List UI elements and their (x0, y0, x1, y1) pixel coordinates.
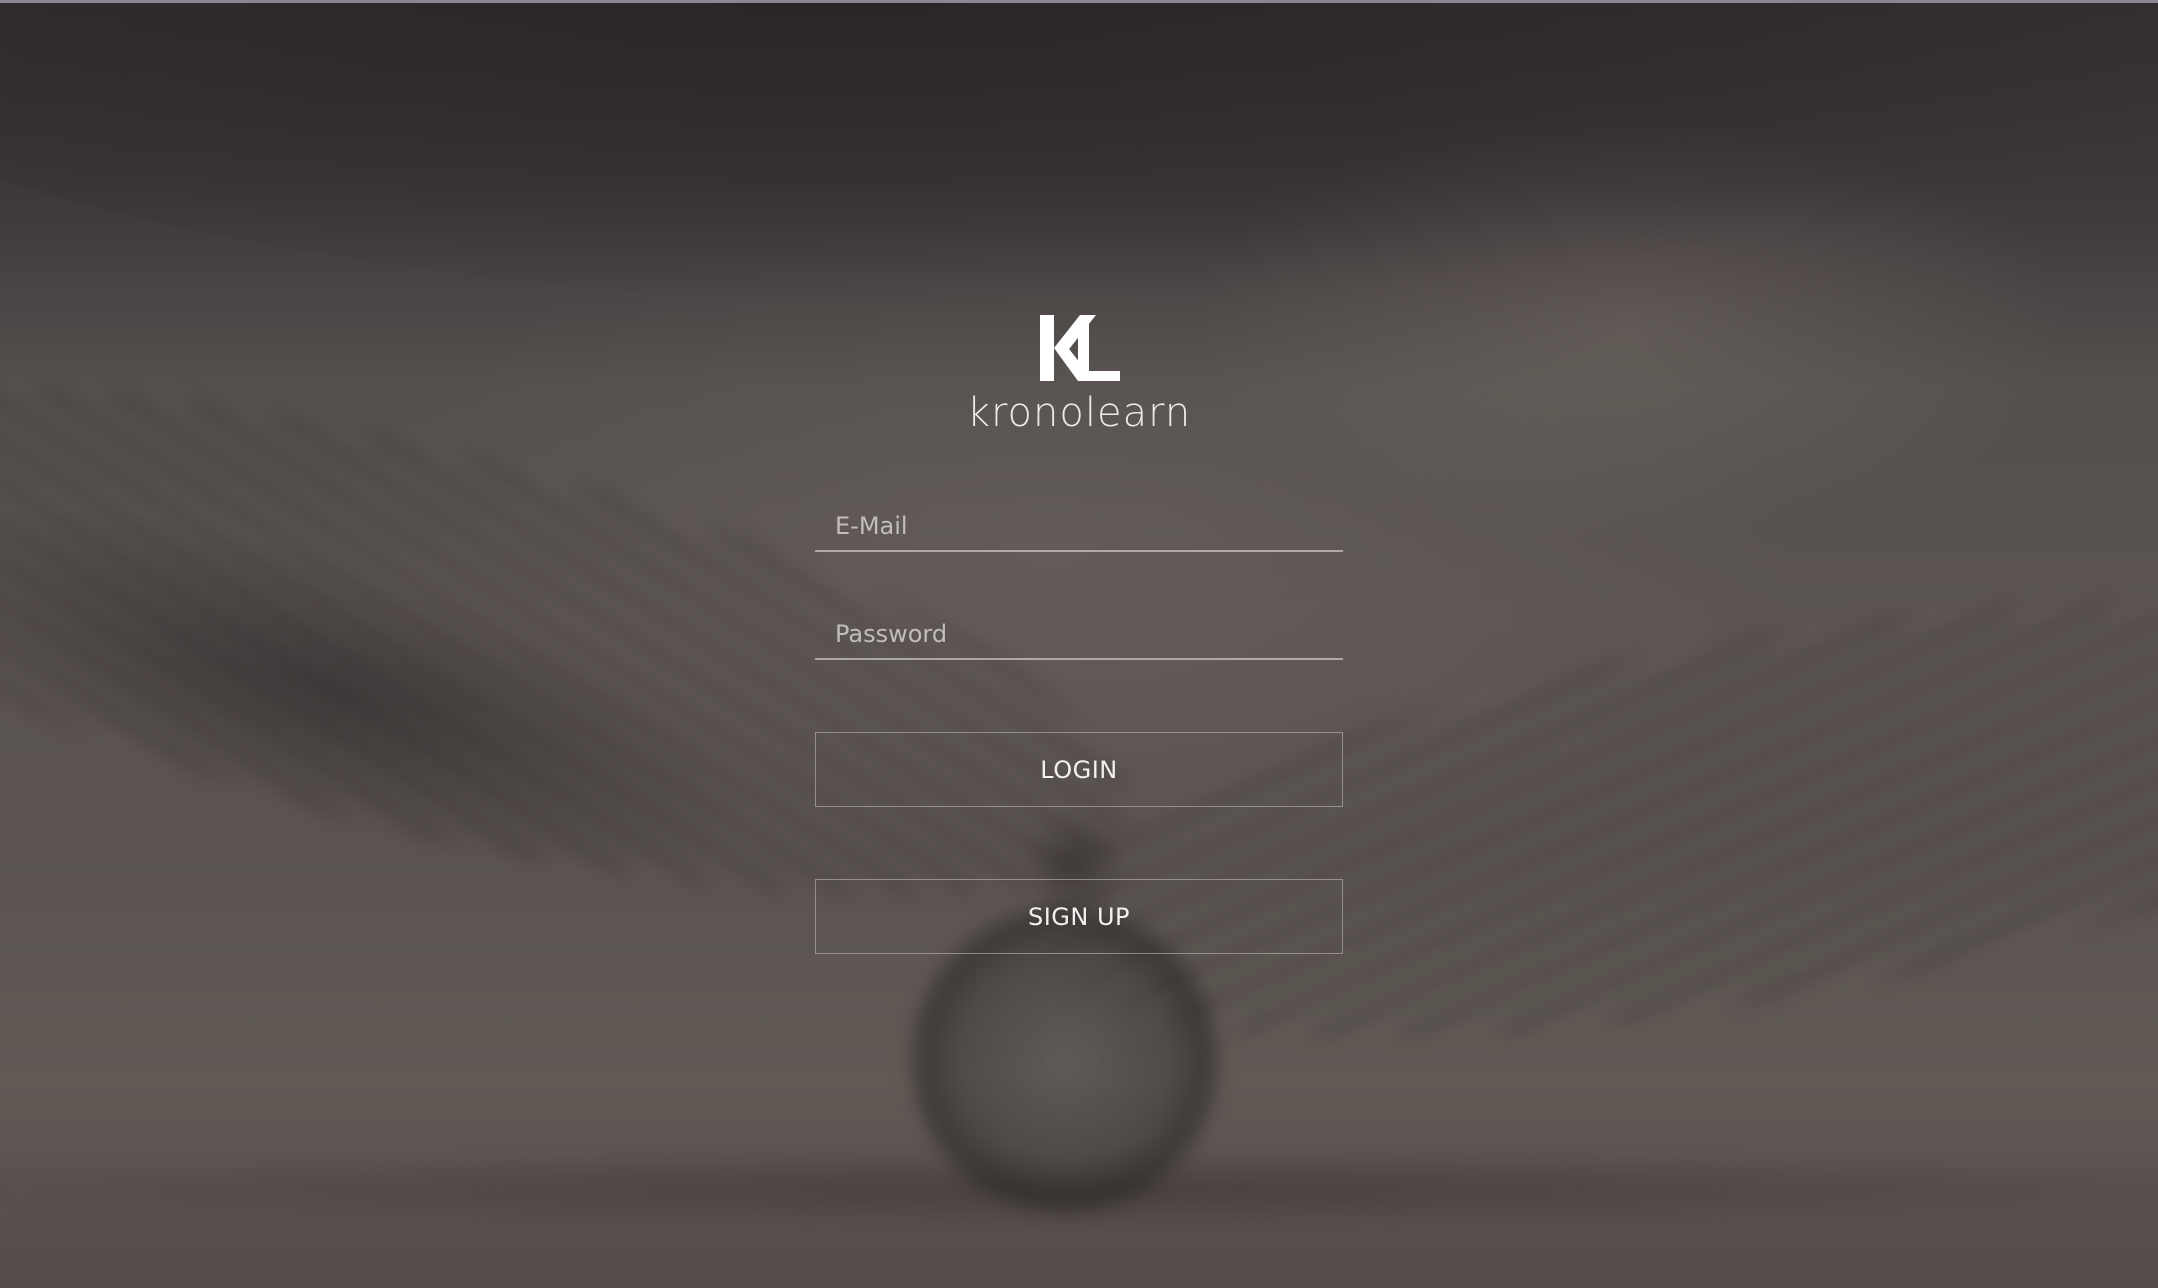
email-field[interactable] (815, 502, 1343, 552)
top-border (0, 0, 2158, 3)
login-button[interactable]: LOGIN (815, 732, 1343, 807)
brand-logo (1040, 315, 1120, 381)
signup-button[interactable]: SIGN UP (815, 879, 1343, 954)
password-field[interactable] (815, 610, 1343, 660)
brand-name: kronolearn (966, 390, 1192, 436)
